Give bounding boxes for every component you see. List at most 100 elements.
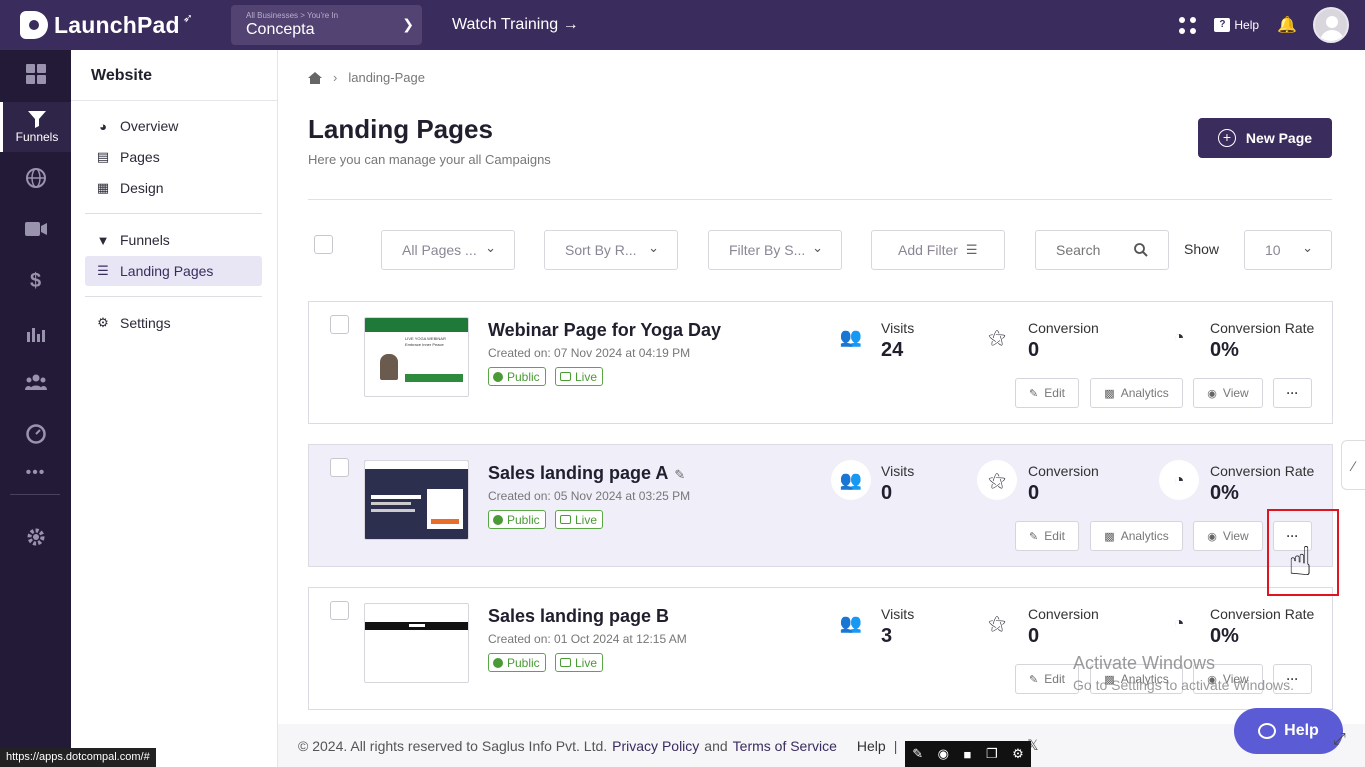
camera-icon[interactable]: ◉	[938, 746, 949, 762]
edit-button[interactable]: ✎ Edit	[1015, 521, 1079, 551]
public-label: Public	[507, 512, 540, 527]
pen-tool-icon[interactable]: ✎	[912, 746, 923, 762]
search-input[interactable]	[1056, 242, 1116, 258]
help-button[interactable]: ? Help	[1214, 18, 1259, 32]
select-all-checkbox[interactable]	[314, 235, 333, 254]
privacy-policy-link[interactable]: Privacy Policy	[612, 738, 699, 754]
page-title: Landing Pages	[308, 114, 493, 144]
edit-label: Edit	[1044, 529, 1065, 543]
dollar-icon[interactable]: $	[0, 270, 71, 293]
view-button[interactable]: ◉ View	[1193, 521, 1263, 551]
users-icon	[24, 374, 47, 390]
video-record-icon[interactable]: ■	[964, 747, 972, 762]
show-count-dropdown[interactable]: 10 ⌄	[1244, 230, 1332, 270]
bar-chart-icon: ▩	[1104, 530, 1115, 543]
launchpad-logo-icon	[20, 11, 48, 39]
collapse-arrows-icon[interactable]: ⤢	[1333, 731, 1346, 749]
sidebar-item-funnels[interactable]: ▼ Funnels	[85, 225, 262, 255]
pie-chart-icon: ◔	[1159, 460, 1199, 500]
sidebar-item-pages[interactable]: ▤ Pages	[85, 142, 262, 172]
view-button[interactable]: ◉ View	[1193, 378, 1263, 408]
edit-button[interactable]: ✎ Edit	[1015, 378, 1079, 408]
page-thumbnail[interactable]	[364, 460, 469, 540]
conversion-label: Conversion	[1028, 320, 1099, 336]
new-page-button[interactable]: + New Page	[1198, 118, 1332, 158]
add-filter-button[interactable]: Add Filter ☰	[871, 230, 1005, 270]
rail-dashboard[interactable]	[0, 64, 71, 90]
live-badge: Live	[555, 653, 604, 672]
search-box[interactable]	[1035, 230, 1169, 270]
brand-logo[interactable]: LaunchPad ➶	[20, 11, 220, 39]
windows-activation-subtitle: Go to Settings to activate Windows.	[1073, 677, 1294, 693]
sidebar-item-settings[interactable]: ⚙ Settings	[85, 308, 262, 338]
terms-link[interactable]: Terms of Service	[733, 738, 837, 754]
footer: © 2024. All rights reserved to Saglus In…	[278, 724, 1365, 767]
sidebar-item-design[interactable]: ▦ Design	[85, 173, 262, 203]
page-title-link[interactable]: Webinar Page for Yoga Day	[488, 320, 721, 341]
recording-toolbar: ✎ ◉ ■ ❐ ⚙	[905, 741, 1031, 767]
visits-value: 24	[881, 339, 904, 361]
users-icon: 👥	[839, 612, 863, 633]
live-label: Live	[575, 512, 598, 527]
bell-icon[interactable]: 🔔	[1277, 15, 1297, 35]
copy-icon[interactable]: ❐	[986, 746, 998, 762]
more-options-button[interactable]: ···	[1273, 378, 1312, 408]
watch-training-link[interactable]: Watch Training →	[452, 16, 579, 34]
video-icon	[560, 658, 571, 667]
globe-icon	[493, 514, 503, 525]
chart-icon	[26, 328, 45, 342]
rail-video[interactable]	[0, 222, 71, 236]
avatar[interactable]	[1313, 7, 1349, 43]
row-checkbox[interactable]	[330, 458, 349, 477]
sidebar-item-overview[interactable]: ◕ Overview	[85, 111, 262, 141]
all-pages-dropdown[interactable]: All Pages ... ⌄	[381, 230, 515, 270]
rail-gauge[interactable]	[0, 424, 71, 444]
breadcrumb-current: landing-Page	[348, 70, 425, 85]
rail-settings[interactable]	[0, 527, 71, 547]
sidebar-item-landing-pages[interactable]: ☰ Landing Pages	[85, 256, 262, 286]
business-selector[interactable]: All Businesses > You're In Concepta ❯	[231, 5, 422, 45]
rail-users[interactable]	[0, 374, 71, 390]
rail-globe[interactable]	[0, 168, 71, 188]
gauge-icon: ◕	[99, 118, 107, 134]
rail-analytics[interactable]	[0, 324, 71, 342]
analytics-button[interactable]: ▩ Analytics	[1090, 378, 1183, 408]
apps-grid-icon[interactable]	[1179, 16, 1197, 34]
more-icon[interactable]: •••	[0, 464, 71, 482]
pencil-icon[interactable]: ✎	[674, 467, 685, 482]
top-bar: LaunchPad ➶ All Businesses > You're In C…	[0, 0, 1365, 50]
page-thumbnail[interactable]: LIVE YOGA WEBINAR Embrace Inner Peace	[364, 317, 469, 397]
users-icon: 👥	[831, 460, 871, 500]
footer-help-link[interactable]: Help	[857, 738, 886, 754]
globe-icon	[493, 371, 503, 382]
side-panel-toggle-icon[interactable]: ∕	[1341, 440, 1365, 490]
page-title-text: Sales landing page A	[488, 463, 669, 483]
analytics-button[interactable]: ▩ Analytics	[1090, 521, 1183, 551]
eye-icon: ◉	[1207, 387, 1217, 400]
settings-icon[interactable]: ⚙	[1012, 746, 1024, 762]
sliders-icon: ☰	[965, 242, 978, 257]
page-title-link[interactable]: Sales landing page B	[488, 606, 669, 627]
funnel-conversion-icon: ⚝	[988, 612, 1006, 633]
website-sidebar: Website ◕ Overview ▤ Pages ▦ Design ▼ Fu…	[71, 50, 278, 767]
help-chat-button[interactable]: Help	[1234, 708, 1343, 754]
conversion-rate-value: 0%	[1210, 625, 1239, 647]
public-label: Public	[507, 655, 540, 670]
help-chat-label: Help	[1284, 722, 1319, 739]
pencil-icon: ✎	[1029, 673, 1039, 686]
page-title-link[interactable]: Sales landing page A ✎	[488, 463, 685, 484]
sidebar-item-label: Pages	[120, 149, 160, 165]
business-selector-value: Concepta	[246, 21, 315, 38]
sort-dropdown[interactable]: Sort By R... ⌄	[544, 230, 678, 270]
home-icon[interactable]	[308, 71, 322, 84]
rail-funnels[interactable]: Funnels	[0, 102, 71, 152]
conversion-rate-value: 0%	[1210, 482, 1239, 504]
edit-button[interactable]: ✎ Edit	[1015, 664, 1079, 694]
visits-value: 0	[881, 482, 893, 504]
page-thumbnail[interactable]	[364, 603, 469, 683]
conversion-rate-value: 0%	[1210, 339, 1239, 361]
row-checkbox[interactable]	[330, 601, 349, 620]
filter-status-dropdown[interactable]: Filter By S... ⌄	[708, 230, 842, 270]
analytics-label: Analytics	[1120, 529, 1169, 543]
row-checkbox[interactable]	[330, 315, 349, 334]
